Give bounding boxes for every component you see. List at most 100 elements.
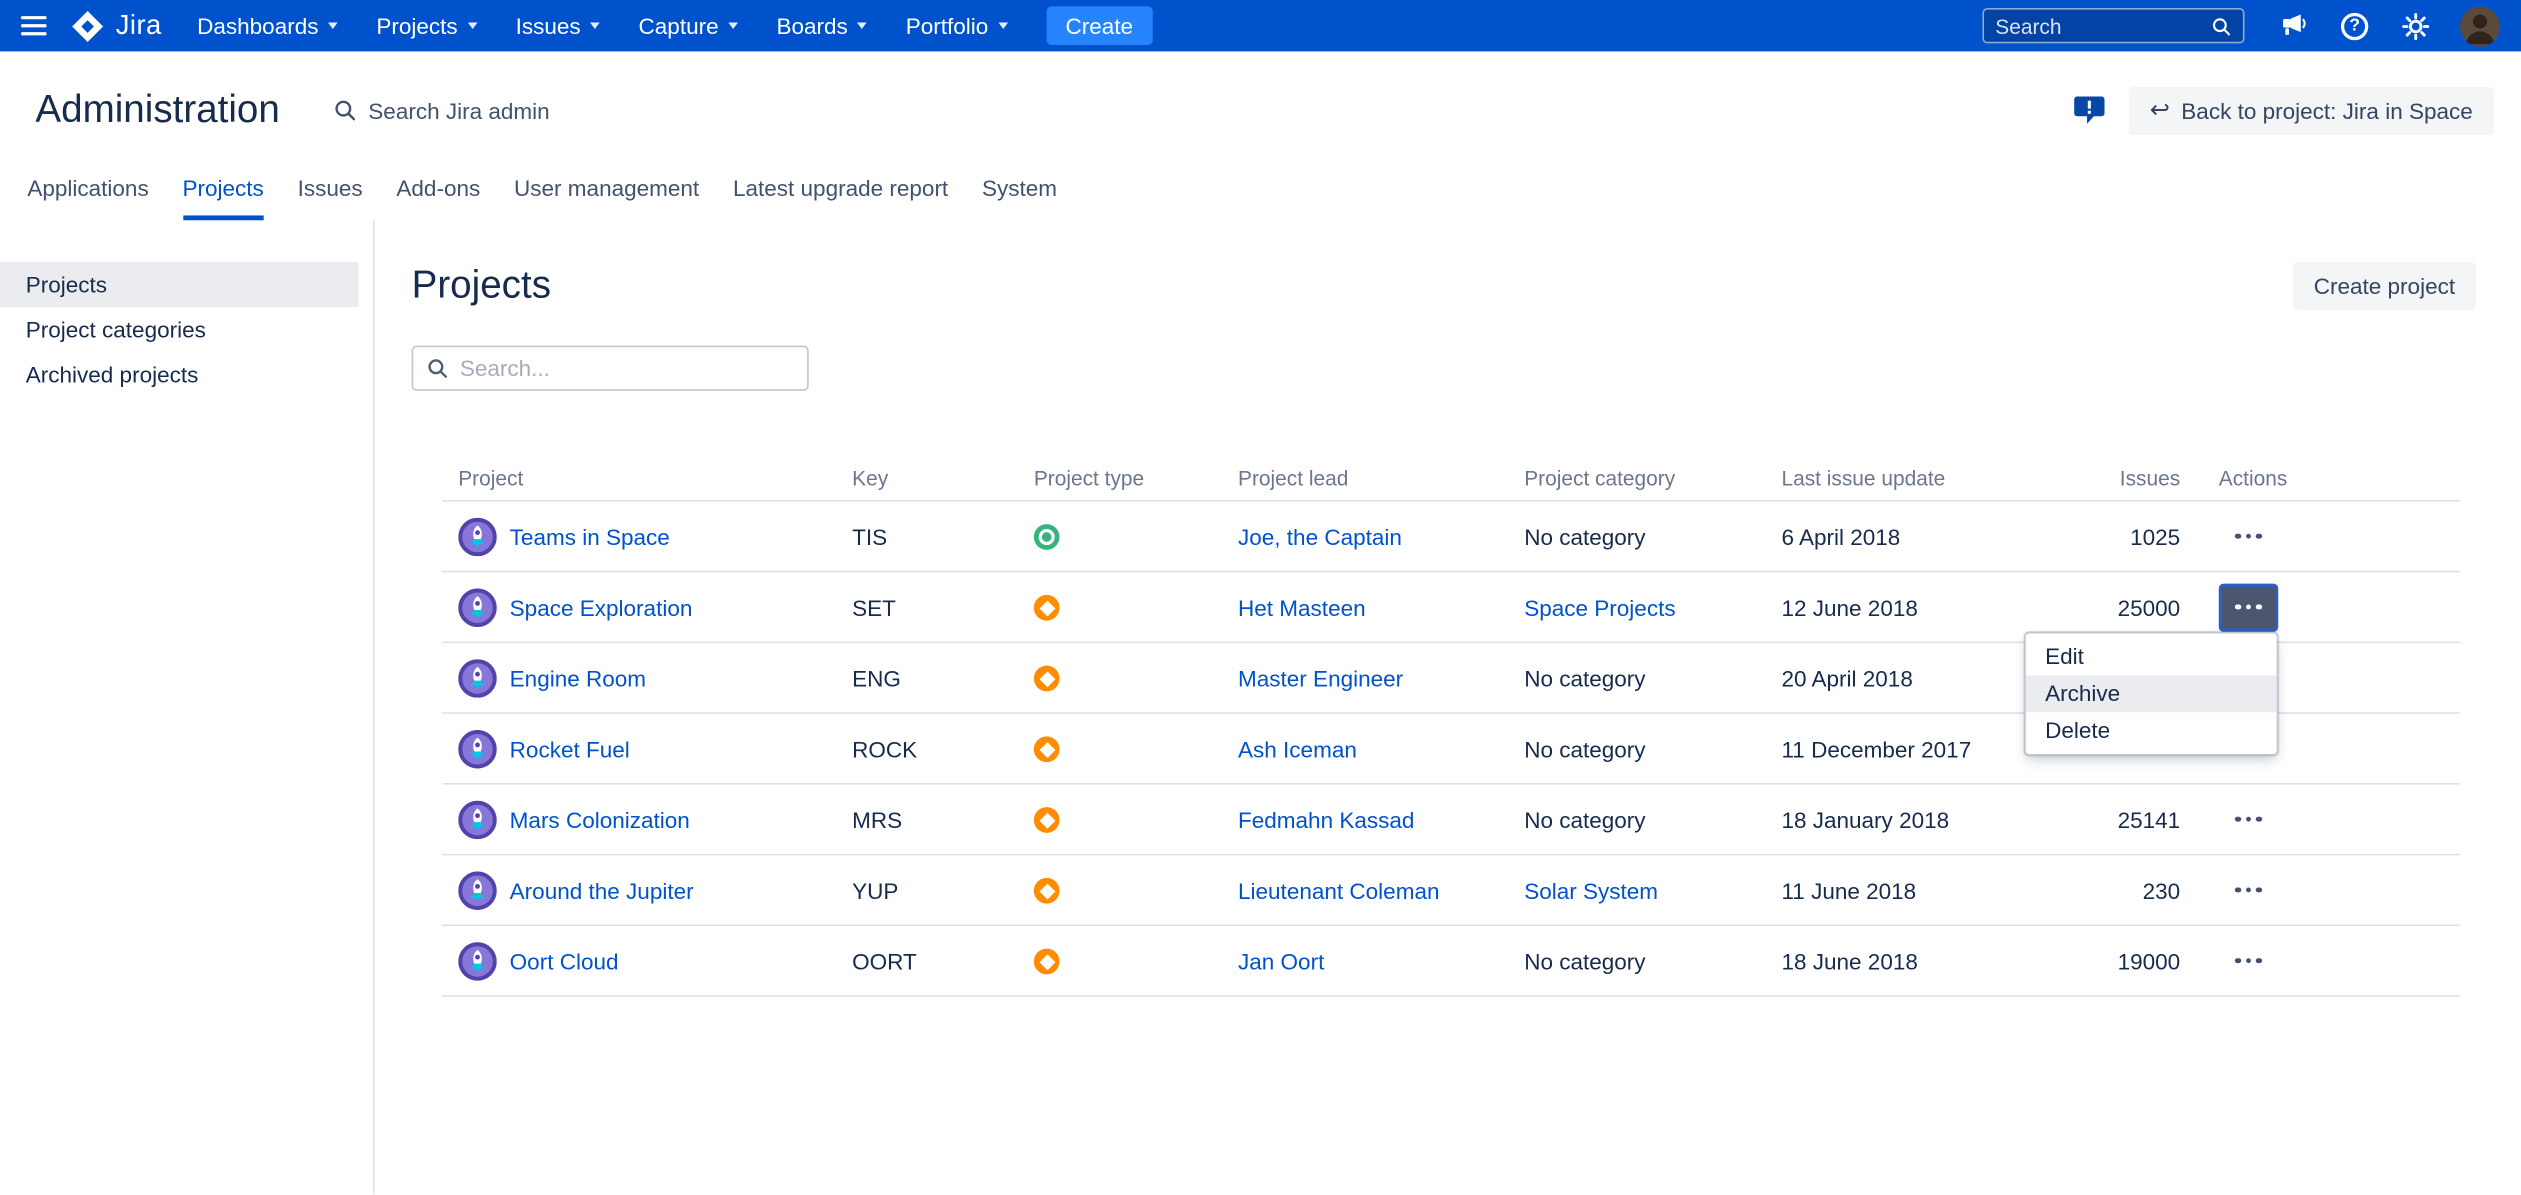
last-issue-update: 11 June 2018 [1781, 877, 1917, 903]
project-name-link[interactable]: Engine Room [510, 665, 646, 691]
project-type-business-icon [1033, 807, 1060, 834]
row-actions-button-active[interactable] [2218, 582, 2279, 632]
tab-applications[interactable]: Applications [27, 175, 148, 220]
project-lead-link[interactable]: Joe, the Captain [1238, 523, 1402, 549]
menu-item-delete[interactable]: Delete [2026, 712, 2277, 749]
create-project-button[interactable]: Create project [2292, 262, 2477, 311]
chevron-down-icon [997, 22, 1008, 29]
project-search-box[interactable] [411, 345, 809, 391]
project-avatar-rocket-icon [458, 516, 497, 556]
project-name-link[interactable]: Mars Colonization [510, 806, 690, 832]
navbar-search-box[interactable] [1982, 8, 2245, 44]
project-name-link[interactable]: Teams in Space [510, 523, 670, 549]
navbar-search-input[interactable] [1995, 13, 2211, 38]
chevron-down-icon [590, 22, 600, 29]
navbar-right: ? [1982, 5, 2501, 46]
projects-table: Project Key Project type Project lead Pr… [442, 455, 2460, 997]
project-type-business-icon [1033, 666, 1060, 692]
tab-projects[interactable]: Projects [182, 175, 264, 221]
sidebar-item-project-categories[interactable]: Project categories [0, 307, 359, 352]
project-category: No category [1524, 664, 1646, 691]
table-row: Oort Cloud OORT Jan Oort No category 18 … [442, 924, 2460, 995]
section-title: Projects [411, 263, 551, 308]
project-name-link[interactable]: Around the Jupiter [510, 877, 694, 903]
nav-issues[interactable]: Issues [516, 13, 600, 39]
megaphone-icon[interactable] [2278, 13, 2307, 39]
last-issue-update: 11 December 2017 [1781, 735, 1972, 762]
project-key: ENG [852, 664, 901, 691]
tab-latest-upgrade-report[interactable]: Latest upgrade report [733, 175, 948, 220]
admin-header: Administration Search Jira admin ↩ Back … [0, 51, 2521, 169]
page-title: Administration [35, 87, 280, 132]
table-row: Around the Jupiter YUP Lieutenant Colema… [442, 853, 2460, 925]
project-lead-link[interactable]: Het Masteen [1238, 594, 1366, 620]
row-actions-button[interactable] [2219, 866, 2278, 914]
hamburger-menu-icon[interactable] [20, 16, 47, 36]
issue-count: 25141 [2117, 806, 2181, 833]
nav-portfolio[interactable]: Portfolio [906, 13, 1008, 39]
header-right: ↩ Back to project: Jira in Space [2074, 86, 2494, 135]
tab-system[interactable]: System [982, 175, 1057, 220]
col-project-category: Project category [1524, 465, 1676, 490]
tab-add-ons[interactable]: Add-ons [396, 175, 480, 220]
project-lead-link[interactable]: Master Engineer [1238, 665, 1403, 691]
last-issue-update: 18 June 2018 [1781, 947, 1918, 974]
project-lead-link[interactable]: Jan Oort [1238, 948, 1324, 974]
project-avatar-rocket-icon [458, 658, 497, 697]
project-avatar-rocket-icon [458, 799, 497, 839]
help-icon[interactable]: ? [2340, 12, 2369, 40]
return-arrow-icon: ↩ [2149, 96, 2171, 124]
project-lead-link[interactable]: Fedmahn Kassad [1238, 806, 1414, 832]
project-name-link[interactable]: Rocket Fuel [510, 736, 630, 762]
nav-boards[interactable]: Boards [776, 13, 868, 39]
project-key: MRS [852, 806, 903, 833]
project-search-input[interactable] [459, 355, 795, 382]
tab-user-management[interactable]: User management [514, 175, 699, 220]
question-mark-glyph: ? [2340, 12, 2369, 40]
back-to-project-button[interactable]: ↩ Back to project: Jira in Space [2128, 86, 2494, 135]
create-button[interactable]: Create [1046, 6, 1153, 46]
admin-search[interactable]: Search Jira admin [333, 97, 550, 123]
nav-dashboards[interactable]: Dashboards [197, 13, 338, 39]
project-avatar-rocket-icon [458, 941, 497, 980]
row-actions-button[interactable] [2219, 795, 2278, 843]
project-key: TIS [852, 523, 888, 550]
project-key: YUP [852, 877, 899, 903]
user-avatar[interactable] [2459, 5, 2501, 46]
nav-projects[interactable]: Projects [376, 13, 477, 39]
project-lead-link[interactable]: Ash Iceman [1238, 736, 1357, 762]
col-last-issue-update: Last issue update [1781, 465, 1946, 490]
project-key: ROCK [852, 735, 918, 762]
project-lead-link[interactable]: Lieutenant Coleman [1238, 877, 1439, 903]
feedback-bubble-icon[interactable] [2074, 96, 2105, 124]
last-issue-update: 12 June 2018 [1781, 594, 1918, 620]
nav-capture[interactable]: Capture [639, 13, 738, 39]
project-avatar-rocket-icon [458, 870, 497, 910]
content-header: Projects Create project [411, 262, 2477, 311]
admin-search-label: Search Jira admin [368, 97, 550, 123]
sidebar-item-archived-projects[interactable]: Archived projects [0, 352, 359, 397]
col-project-lead: Project lead [1238, 465, 1349, 490]
jira-brand-text: Jira [115, 9, 162, 41]
sidebar-item-projects[interactable]: Projects [0, 262, 359, 308]
row-actions-button[interactable] [2219, 937, 2278, 985]
project-category-link[interactable]: Space Projects [1508, 594, 1765, 620]
row-actions-button[interactable] [2219, 512, 2278, 560]
project-avatar-rocket-icon [458, 729, 497, 768]
project-name-link[interactable]: Oort Cloud [510, 948, 619, 974]
project-name-link[interactable]: Space Exploration [510, 594, 693, 620]
project-category-link[interactable]: Solar System [1508, 877, 1765, 903]
menu-item-archive[interactable]: Archive [2025, 675, 2277, 713]
project-category: No category [1524, 806, 1646, 833]
tab-issues[interactable]: Issues [298, 175, 363, 220]
menu-item-edit[interactable]: Edit [2026, 638, 2277, 675]
jira-logo[interactable]: Jira [71, 9, 162, 43]
page: Jira Dashboards Projects Issues Capture … [0, 0, 2521, 1195]
project-type-business-icon [1033, 595, 1060, 622]
last-issue-update: 6 April 2018 [1781, 523, 1901, 550]
gear-icon[interactable] [2402, 12, 2430, 40]
last-issue-update: 20 April 2018 [1781, 664, 1913, 691]
search-icon [426, 357, 449, 380]
chevron-down-icon [467, 22, 477, 29]
project-type-business-icon [1033, 878, 1060, 904]
